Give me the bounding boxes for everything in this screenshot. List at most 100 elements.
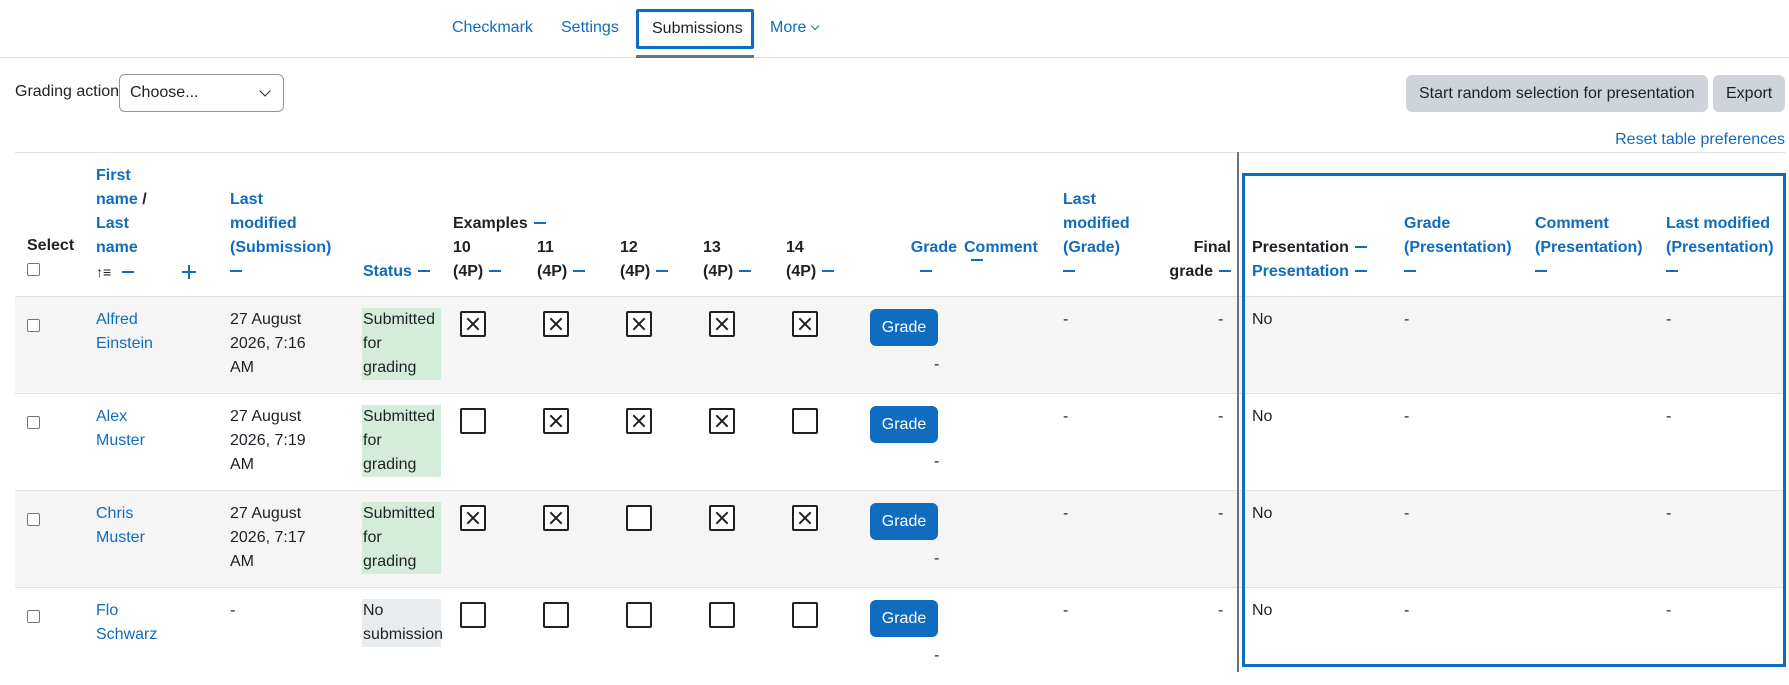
- collapse-column-icon[interactable]: [822, 269, 835, 272]
- collapse-column-icon[interactable]: [417, 269, 430, 272]
- tab-settings[interactable]: Settings: [548, 9, 632, 49]
- collapse-column-icon[interactable]: [971, 258, 983, 261]
- example-checkbox[interactable]: [792, 602, 818, 628]
- sort-first-name-2[interactable]: name: [96, 191, 138, 208]
- lastmod-pres-line1[interactable]: Last modified: [1666, 212, 1774, 236]
- modified-line2: 2026, 7:19: [230, 432, 306, 449]
- collapse-column-icon[interactable]: [920, 269, 932, 272]
- student-first-name[interactable]: Alfred: [96, 308, 153, 332]
- example-checkbox[interactable]: [543, 311, 569, 337]
- example-checkbox[interactable]: [709, 311, 735, 337]
- example-checkbox[interactable]: [626, 311, 652, 337]
- name-separator: /: [137, 191, 147, 208]
- collapse-column-icon[interactable]: [1354, 245, 1367, 248]
- sort-status[interactable]: Status: [363, 263, 412, 280]
- tab-more[interactable]: More: [757, 9, 831, 49]
- collapse-column-icon[interactable]: [1354, 269, 1367, 272]
- sort-last-name[interactable]: Last: [96, 215, 129, 232]
- example-checkbox[interactable]: [709, 408, 735, 434]
- student-last-name[interactable]: Muster: [96, 526, 145, 550]
- example-checkbox[interactable]: [709, 602, 735, 628]
- collapse-column-icon[interactable]: [533, 221, 546, 224]
- lastmod-pres-line2[interactable]: (Presentation): [1666, 236, 1774, 260]
- select-all-checkbox[interactable]: [27, 263, 40, 276]
- modified-line3: AM: [230, 456, 254, 473]
- row-select-checkbox[interactable]: [27, 610, 40, 623]
- example-checkbox[interactable]: [626, 505, 652, 531]
- example-checkbox[interactable]: [709, 505, 735, 531]
- reset-table-preferences-link[interactable]: Reset table preferences: [1615, 131, 1785, 149]
- example-checkbox[interactable]: [460, 408, 486, 434]
- collapse-column-icon[interactable]: [1535, 269, 1547, 272]
- grade-button[interactable]: Grade: [870, 406, 938, 443]
- expand-column-icon[interactable]: [182, 265, 196, 279]
- chevron-down-icon: [811, 21, 820, 31]
- final-grade-value: -: [1218, 602, 1224, 619]
- grade-pres-line1[interactable]: Grade: [1404, 212, 1512, 236]
- collapse-column-icon[interactable]: [739, 269, 752, 272]
- collapse-column-icon[interactable]: [656, 269, 669, 272]
- example-checkbox[interactable]: [460, 311, 486, 337]
- collapse-column-icon[interactable]: [121, 270, 134, 273]
- table-row: Chris Muster 27 August 2026, 7:17 AM Sub…: [15, 491, 1786, 588]
- lastmod-grade-line1[interactable]: Last: [1063, 188, 1130, 212]
- collapse-column-icon[interactable]: [1666, 269, 1678, 272]
- example-checkbox[interactable]: [792, 311, 818, 337]
- lastmod-sub-line2[interactable]: modified: [230, 212, 331, 236]
- modified-line1: 27 August: [230, 408, 302, 425]
- presentation-value: No: [1252, 311, 1273, 328]
- lastmod-sub-line3[interactable]: (Submission): [230, 236, 331, 260]
- comment-pres-line2[interactable]: (Presentation): [1535, 236, 1643, 260]
- student-last-name[interactable]: Einstein: [96, 332, 153, 356]
- tab-checkmark[interactable]: Checkmark: [439, 9, 546, 49]
- header-example-14: 14 (4P): [786, 236, 835, 284]
- comment-pres-line1[interactable]: Comment: [1535, 212, 1643, 236]
- example-11-pts: (4P): [537, 263, 568, 280]
- student-first-name[interactable]: Alex: [96, 405, 145, 429]
- student-first-name[interactable]: Chris: [96, 502, 145, 526]
- example-checkbox[interactable]: [792, 505, 818, 531]
- lastmod-grade-line3[interactable]: (Grade): [1063, 236, 1130, 260]
- example-checkbox[interactable]: [460, 602, 486, 628]
- row-select-checkbox[interactable]: [27, 319, 40, 332]
- student-first-name[interactable]: Flo: [96, 599, 157, 623]
- collapse-column-icon[interactable]: [489, 269, 502, 272]
- secondary-navigation: Checkmark Settings Submissions More: [0, 0, 1789, 58]
- grade-button[interactable]: Grade: [870, 309, 938, 346]
- sort-presentation[interactable]: Presentation: [1252, 263, 1349, 280]
- collapse-column-icon[interactable]: [230, 269, 242, 272]
- example-checkbox[interactable]: [792, 408, 818, 434]
- example-checkbox[interactable]: [543, 505, 569, 531]
- lastmod-grade-line2[interactable]: modified: [1063, 212, 1130, 236]
- example-checkbox[interactable]: [626, 602, 652, 628]
- presentation-label: Presentation: [1252, 239, 1349, 256]
- lastmod-sub-line1[interactable]: Last: [230, 188, 331, 212]
- status-line2: for: [363, 529, 382, 546]
- grade-value: -: [934, 453, 940, 470]
- example-checkbox[interactable]: [460, 505, 486, 531]
- grade-pres-line2[interactable]: (Presentation): [1404, 236, 1512, 260]
- grade-button[interactable]: Grade: [870, 503, 938, 540]
- student-last-name[interactable]: Muster: [96, 429, 145, 453]
- tab-submissions[interactable]: Submissions: [636, 9, 754, 49]
- sort-first-name[interactable]: First: [96, 167, 131, 184]
- example-checkbox[interactable]: [626, 408, 652, 434]
- random-selection-button[interactable]: Start random selection for presentation: [1406, 75, 1708, 112]
- grade-button[interactable]: Grade: [870, 600, 938, 637]
- collapse-column-icon[interactable]: [1063, 269, 1075, 272]
- status-line2: submission: [363, 626, 444, 643]
- collapse-column-icon[interactable]: [1219, 269, 1231, 272]
- example-checkbox[interactable]: [543, 408, 569, 434]
- grading-action-select[interactable]: Choose...: [119, 74, 284, 112]
- sort-last-name-2[interactable]: name: [96, 239, 138, 256]
- example-checkbox[interactable]: [543, 602, 569, 628]
- example-14-num: 14: [786, 239, 804, 256]
- header-grade-presentation: Grade (Presentation): [1404, 212, 1512, 284]
- export-button[interactable]: Export: [1713, 75, 1785, 112]
- row-select-checkbox[interactable]: [27, 416, 40, 429]
- collapse-column-icon[interactable]: [1404, 269, 1416, 272]
- collapse-column-icon[interactable]: [573, 269, 586, 272]
- student-last-name[interactable]: Schwarz: [96, 623, 157, 647]
- sort-grade[interactable]: Grade: [895, 236, 957, 260]
- row-select-checkbox[interactable]: [27, 513, 40, 526]
